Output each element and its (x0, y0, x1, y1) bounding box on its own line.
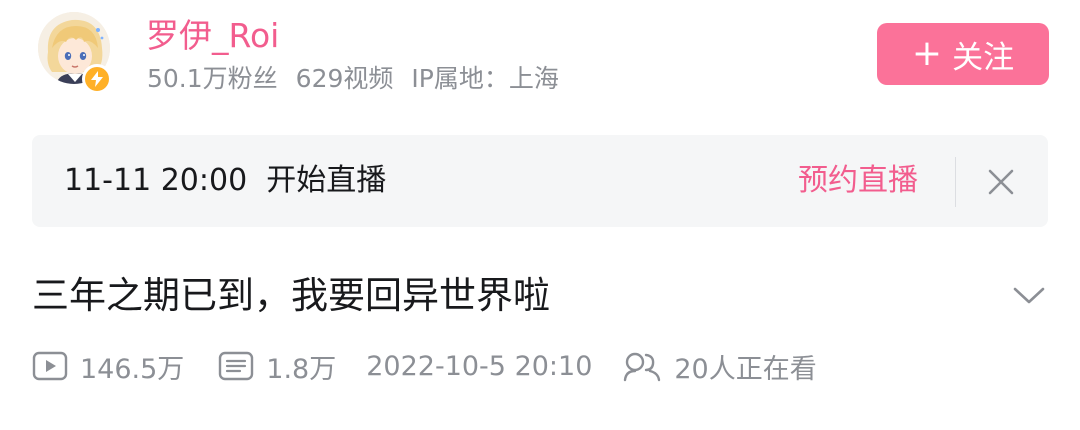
lightning-verified-icon (82, 64, 112, 94)
live-start-time: 11-11 20:00 开始直播 (64, 163, 387, 198)
danmaku-icon (219, 351, 254, 381)
close-icon[interactable] (984, 165, 1018, 199)
viewers-icon (624, 352, 661, 382)
divider (955, 157, 956, 207)
chevron-down-icon[interactable] (1010, 280, 1048, 310)
publish-time-stat: 2022-10-5 20:10 (366, 351, 592, 382)
watching-now: 20人正在看 (674, 353, 817, 385)
danmaku-count-stat: 1.8万 (218, 347, 336, 386)
uploader-meta: 50.1万粉丝 629视频 IP属地：上海 (147, 62, 577, 96)
watching-now-stat: 20人正在看 (622, 347, 817, 386)
live-reservation-bar: 11-11 20:00 开始直播 预约直播 (32, 135, 1048, 227)
video-count: 629视频 (295, 64, 394, 93)
uploader-name[interactable]: 罗伊_Roi (146, 15, 279, 57)
uploader-header: 罗伊_Roi 50.1万粉丝 629视频 IP属地：上海 + 关注 (0, 0, 1080, 110)
follower-count: 50.1万粉丝 (147, 64, 278, 93)
plus-icon: + (911, 33, 943, 74)
follow-button[interactable]: + 关注 (877, 23, 1049, 85)
avatar-container[interactable] (38, 12, 112, 96)
video-title: 三年之期已到，我要回异世界啦 (32, 274, 550, 317)
view-count-stat: 146.5万 (32, 347, 184, 386)
play-count-icon (32, 351, 68, 381)
ip-location: IP属地：上海 (411, 64, 559, 93)
follow-button-label: 关注 (952, 39, 1015, 76)
video-stats: 146.5万 1.8万 2022-10-5 20:10 20人正在看 (32, 346, 817, 386)
view-count: 146.5万 (80, 353, 185, 385)
danmaku-count: 1.8万 (266, 353, 337, 385)
publish-time: 2022-10-5 20:10 (366, 350, 593, 382)
reserve-live-button[interactable]: 预约直播 (798, 159, 918, 203)
